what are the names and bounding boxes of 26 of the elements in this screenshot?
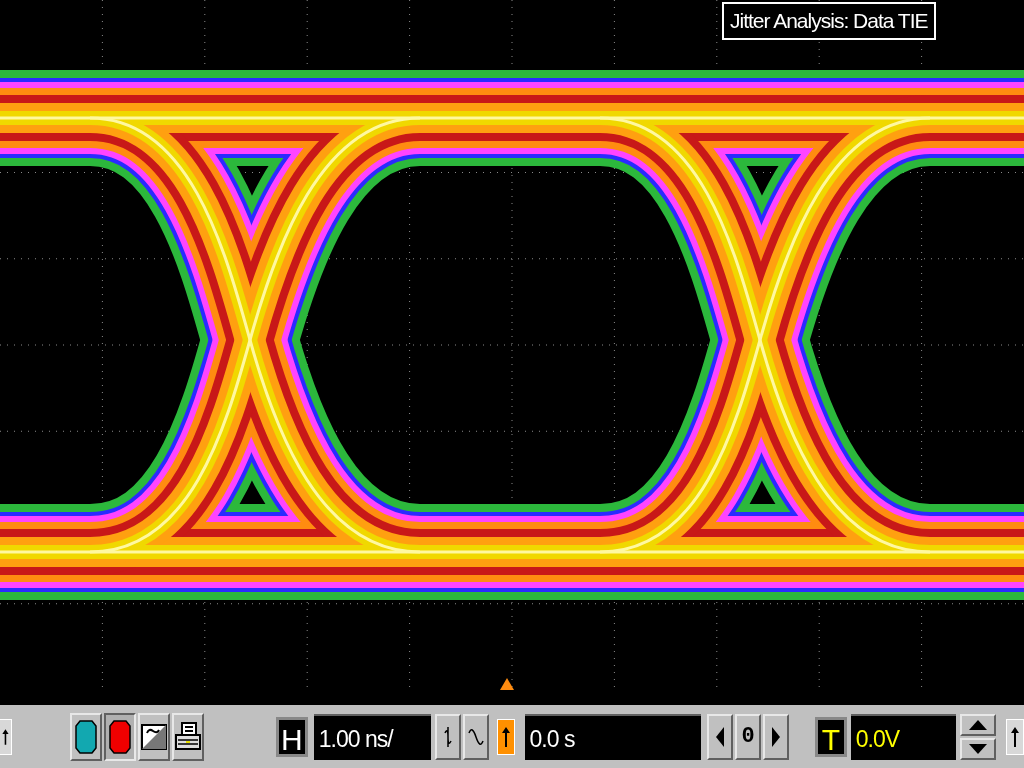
edge-button[interactable] xyxy=(435,713,461,760)
sine-button[interactable] xyxy=(462,713,489,760)
print-button[interactable] xyxy=(171,712,204,761)
increment-button[interactable] xyxy=(960,713,997,736)
stop-button[interactable] xyxy=(103,712,136,761)
decrement-button[interactable] xyxy=(960,737,997,760)
timebase-field[interactable]: 1.00 ns/ xyxy=(313,713,431,760)
printer-icon xyxy=(173,721,202,752)
arrow-button[interactable] xyxy=(1006,718,1024,755)
trigger-button[interactable]: T xyxy=(814,716,847,757)
trigger-marker-icon xyxy=(500,678,514,690)
display-button[interactable] xyxy=(137,712,170,761)
waveform-icon xyxy=(442,724,453,749)
delay-reference-button[interactable] xyxy=(496,718,515,755)
trigger-level-field[interactable]: 0.0V xyxy=(850,713,957,760)
analysis-label: Jitter Analysis: Data TIE xyxy=(722,2,936,40)
delay-field[interactable]: 0.0 s xyxy=(524,713,702,760)
screen-icon xyxy=(140,723,167,750)
run-button[interactable] xyxy=(69,712,102,761)
zero-button[interactable]: 0 xyxy=(735,713,762,760)
right-button[interactable] xyxy=(763,713,789,760)
horizontal-button[interactable]: H xyxy=(275,716,308,757)
down-triangle-icon xyxy=(969,743,988,754)
left-button[interactable] xyxy=(707,713,734,760)
arrow-button[interactable] xyxy=(0,718,12,755)
up-triangle-icon xyxy=(969,719,988,730)
